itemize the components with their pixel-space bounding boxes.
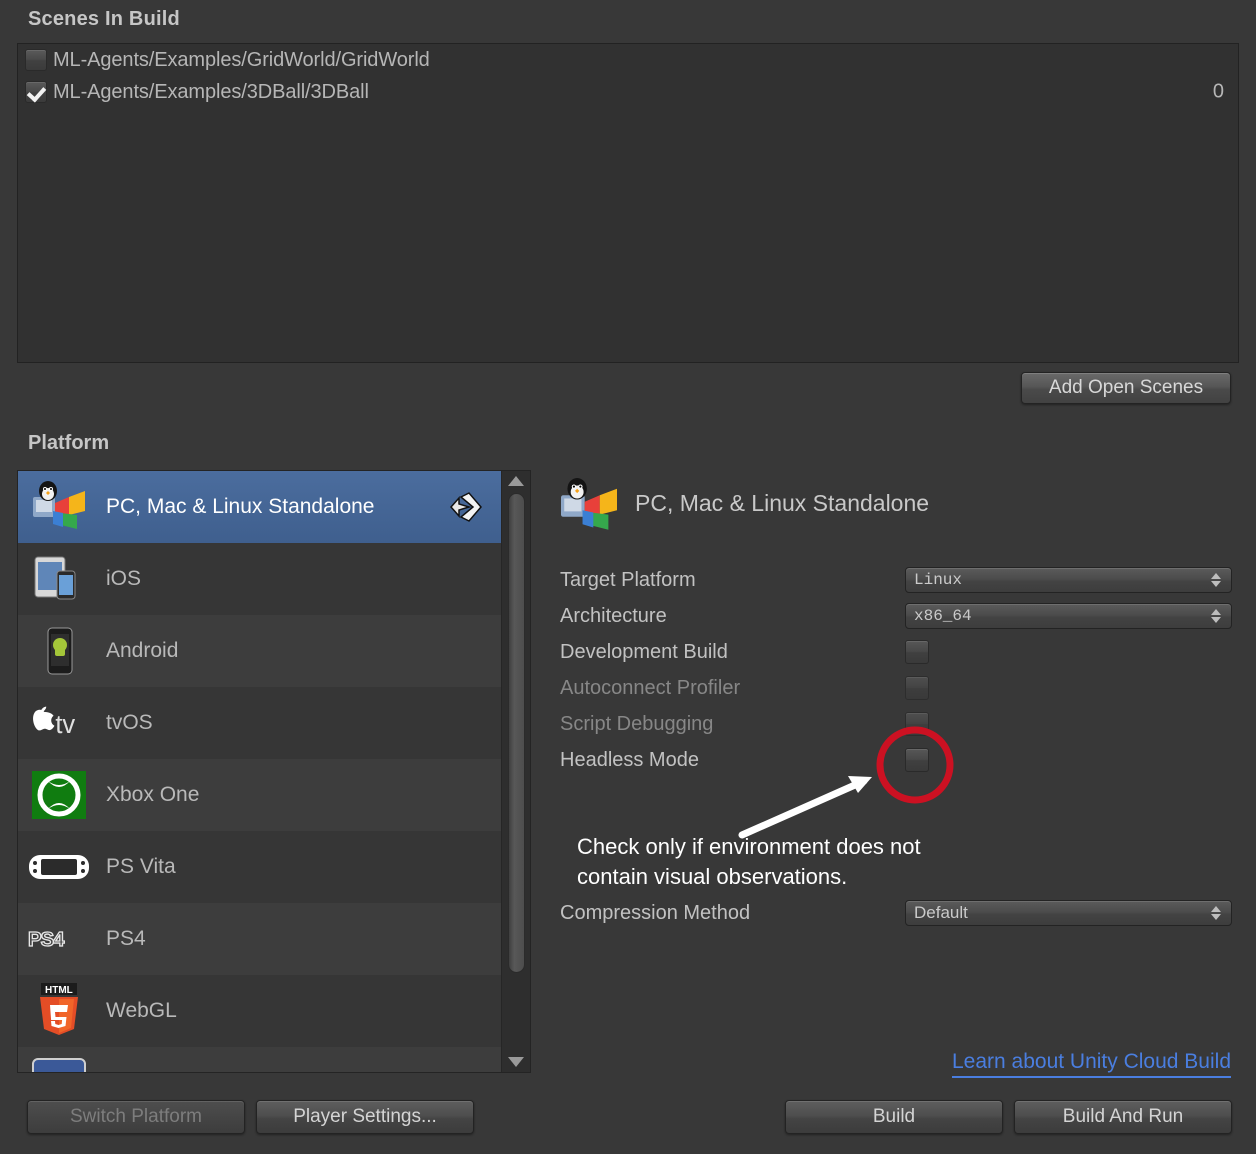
platform-section-title: Platform [28, 432, 110, 454]
annotation-arrow-icon [738, 776, 872, 839]
build-button[interactable]: Build [785, 1100, 1003, 1134]
page-title: Scenes In Build [28, 8, 180, 30]
sidebar-item-ios[interactable]: iOS [18, 543, 501, 615]
platform-label: PC, Mac & Linux Standalone [106, 495, 375, 518]
sidebar-item-xbox-one[interactable]: Xbox One [18, 759, 501, 831]
field-compression-method[interactable]: Compression Method Default [560, 895, 1232, 931]
add-open-scenes-button[interactable]: Add Open Scenes [1021, 372, 1231, 404]
chevron-updown-icon [1211, 573, 1221, 587]
field-development-build[interactable]: Development Build [560, 634, 1232, 670]
scene-enabled-checkbox[interactable] [25, 81, 47, 103]
table-row[interactable]: ML-Agents/Examples/GridWorld/GridWorld [18, 44, 1238, 76]
ios-devices-icon [28, 551, 90, 607]
architecture-dropdown[interactable]: x86_64 [905, 603, 1232, 629]
platform-list[interactable]: PC, Mac & Linux Standalone iOS Android t… [18, 471, 501, 1072]
platform-label: PS4 [106, 927, 146, 950]
scene-index-label: 0 [1212, 80, 1224, 103]
script-debugging-checkbox[interactable] [905, 712, 929, 736]
selected-platform-title: PC, Mac & Linux Standalone [635, 490, 930, 516]
chevron-updown-icon [1211, 609, 1221, 623]
svg-text:HTML: HTML [45, 985, 73, 996]
sidebar-item-tvos[interactable]: tv tvOS [18, 687, 501, 759]
field-label: Autoconnect Profiler [560, 676, 741, 699]
headless-mode-checkbox[interactable] [905, 748, 929, 772]
annotation-line-1: Check only if environment does not [577, 834, 921, 859]
field-script-debugging[interactable]: Script Debugging [560, 706, 1232, 742]
scene-path-label: ML-Agents/Examples/3DBall/3DBall [53, 80, 369, 103]
dropdown-value: x86_64 [914, 607, 972, 625]
sidebar-item-facebook[interactable] [18, 1047, 501, 1072]
scrollbar-track[interactable] [507, 489, 525, 1054]
platform-label: iOS [106, 567, 142, 590]
scene-enabled-checkbox[interactable] [25, 49, 47, 71]
sidebar-item-ps4[interactable]: PS4 PS4 [18, 903, 501, 975]
field-label: Target Platform [560, 568, 696, 591]
dropdown-value: Default [914, 903, 968, 922]
field-label: Compression Method [560, 901, 751, 924]
field-headless-mode[interactable]: Headless Mode [560, 742, 1232, 778]
sidebar-item-ps-vita[interactable]: PS Vita [18, 831, 501, 903]
annotation-line-2: contain visual observations. [577, 864, 848, 889]
android-phone-icon [28, 623, 90, 679]
xbox-icon [28, 767, 90, 823]
scroll-down-arrow-icon[interactable] [508, 1057, 524, 1067]
field-label: Architecture [560, 604, 667, 627]
annotation-text: Check only if environment does not conta… [577, 832, 921, 892]
chevron-updown-icon [1211, 906, 1221, 920]
autoconnect-profiler-checkbox[interactable] [905, 676, 929, 700]
field-autoconnect-profiler[interactable]: Autoconnect Profiler [560, 670, 1232, 706]
scene-path-label: ML-Agents/Examples/GridWorld/GridWorld [53, 48, 430, 71]
platform-list-panel[interactable]: PC, Mac & Linux Standalone iOS Android t… [17, 470, 531, 1073]
scroll-up-arrow-icon[interactable] [508, 476, 524, 486]
switch-platform-button[interactable]: Switch Platform [27, 1100, 245, 1134]
field-architecture[interactable]: Architecture x86_64 [560, 598, 1232, 634]
build-and-run-button[interactable]: Build And Run [1014, 1100, 1232, 1134]
platform-label: tvOS [106, 711, 153, 734]
unity-cloud-build-link[interactable]: Learn about Unity Cloud Build [951, 1050, 1231, 1078]
scrollbar-thumb[interactable] [507, 493, 525, 973]
unity-logo-icon [447, 491, 483, 523]
platform-label: WebGL [106, 999, 177, 1022]
facebook-icon [28, 1055, 90, 1072]
svg-text:PS4: PS4 [28, 929, 65, 951]
sidebar-item-android[interactable]: Android [18, 615, 501, 687]
sidebar-item-pc-mac-linux[interactable]: PC, Mac & Linux Standalone [18, 471, 501, 543]
linux-windows-mac-icon [28, 479, 90, 535]
development-build-checkbox[interactable] [905, 640, 929, 664]
field-label: Development Build [560, 640, 728, 663]
html5-icon: HTML [28, 983, 90, 1039]
scenes-in-build-list[interactable]: ML-Agents/Examples/GridWorld/GridWorld M… [17, 43, 1239, 363]
sidebar-item-webgl[interactable]: HTML WebGL [18, 975, 501, 1047]
field-target-platform[interactable]: Target Platform Linux [560, 562, 1232, 598]
platform-label: Android [106, 639, 179, 662]
selected-platform-icon [558, 478, 620, 534]
platform-list-scrollbar[interactable] [501, 471, 530, 1072]
svg-text:tv: tv [55, 711, 75, 739]
dropdown-value: Linux [914, 571, 963, 589]
table-row[interactable]: ML-Agents/Examples/3DBall/3DBall 0 [18, 76, 1238, 108]
ps4-icon: PS4 [28, 911, 90, 967]
field-label: Script Debugging [560, 712, 714, 735]
ps-vita-icon [28, 839, 90, 895]
target-platform-dropdown[interactable]: Linux [905, 567, 1232, 593]
platform-label: PS Vita [106, 855, 176, 878]
apple-tv-icon: tv [28, 695, 90, 751]
platform-label: Xbox One [106, 783, 200, 806]
compression-method-dropdown[interactable]: Default [905, 900, 1232, 926]
player-settings-button[interactable]: Player Settings... [256, 1100, 474, 1134]
field-label: Headless Mode [560, 748, 699, 771]
